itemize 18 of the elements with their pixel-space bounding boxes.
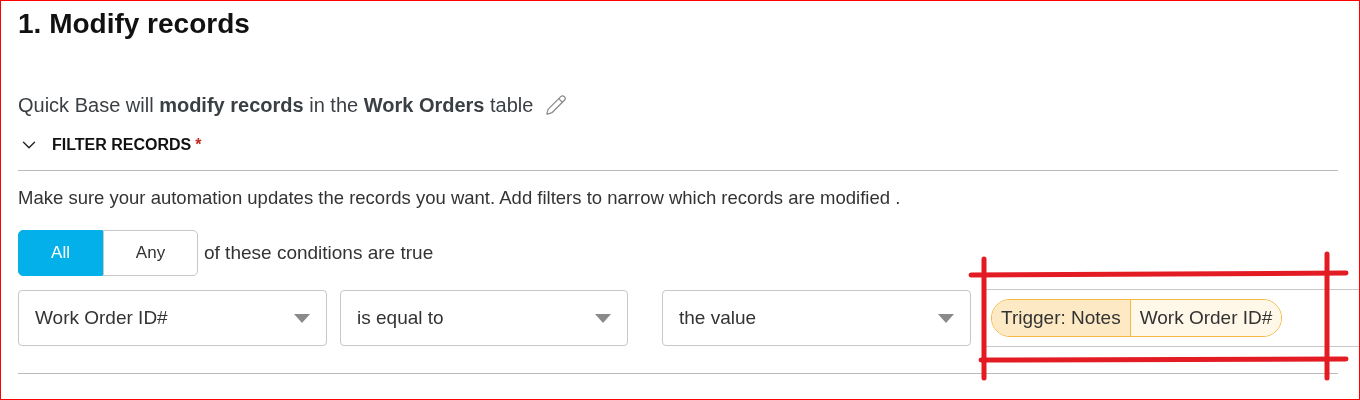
- summary-text: Quick Base will modify records in the Work Orders table: [18, 93, 534, 118]
- edit-icon[interactable]: [545, 94, 568, 116]
- match-option-button[interactable]: Any: [103, 230, 198, 276]
- token-field: Work Order ID#: [1130, 300, 1282, 336]
- token-source: Trigger: Notes: [992, 300, 1131, 336]
- field-token[interactable]: Trigger: Notes Work Order ID#: [991, 299, 1283, 337]
- field-select[interactable]: Work Order ID#: [18, 290, 327, 346]
- value-field[interactable]: Trigger: Notes Work Order ID#: [985, 289, 1359, 347]
- operator-select[interactable]: is equal to: [340, 290, 628, 346]
- dropdown-caret-icon: [595, 313, 611, 323]
- value-type-select[interactable]: the value: [662, 290, 971, 346]
- match-suffix: of these conditions are true: [204, 240, 434, 265]
- filter-heading: FILTER RECORDS: [52, 135, 192, 155]
- dropdown-caret-icon: [938, 313, 954, 323]
- section-title: 1. Modify records: [18, 7, 251, 41]
- required-mark: *: [195, 135, 202, 155]
- help-text: Make sure your automation updates the records you want. Add filters to narrow which records are modified .: [18, 186, 902, 210]
- dropdown-caret-icon: [294, 313, 310, 323]
